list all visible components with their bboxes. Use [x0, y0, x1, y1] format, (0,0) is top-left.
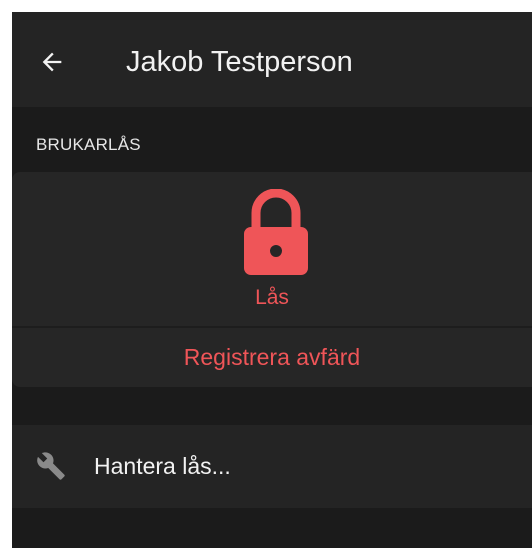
section-header-user-lock: BRUKARLÅS — [36, 135, 141, 154]
register-departure-label: Registrera avfärd — [183, 344, 361, 370]
register-departure-button[interactable]: Registrera avfärd — [12, 328, 532, 387]
arrow-left-icon — [42, 52, 62, 72]
lock-button[interactable]: Lås — [12, 172, 532, 326]
app-bar: Jakob Testperson — [12, 12, 532, 107]
back-button[interactable] — [32, 42, 72, 82]
lock-label: Lås — [255, 286, 289, 309]
page-title: Jakob Testperson — [126, 46, 353, 78]
padlock-closed-icon — [244, 189, 308, 275]
wrench-icon — [37, 452, 65, 480]
manage-locks-label: Hantera lås... — [94, 453, 231, 479]
app-screen: Jakob Testperson BRUKARLÅS Lås Registrer… — [12, 12, 532, 548]
manage-locks-item[interactable]: Hantera lås... — [12, 425, 532, 508]
